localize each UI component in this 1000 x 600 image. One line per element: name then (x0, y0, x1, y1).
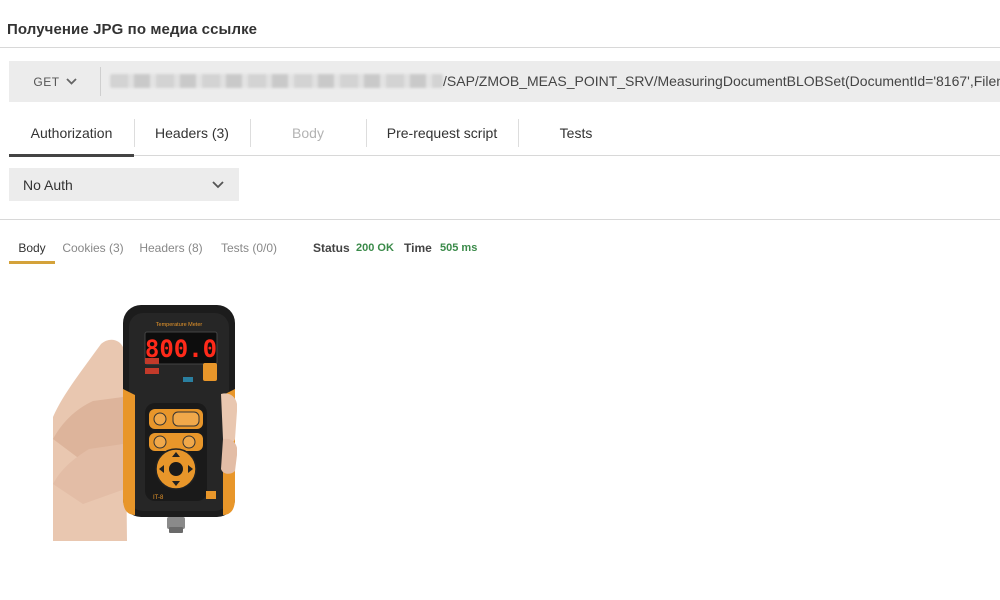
url-input[interactable]: /SAP/ZMOB_MEAS_POINT_SRV/MeasuringDocume… (443, 73, 1000, 89)
url-bar: GET /SAP/ZMOB_MEAS_POINT_SRV/MeasuringDo… (9, 61, 1000, 102)
chevron-down-icon (212, 181, 224, 189)
response-tab-headers[interactable]: Headers (8) (137, 233, 205, 263)
tab-headers[interactable]: Headers (3) (134, 110, 250, 156)
method-dropdown[interactable]: GET (9, 61, 101, 102)
section-divider (0, 219, 1000, 220)
time-value: 505 ms (440, 242, 478, 254)
redacted-host (110, 74, 443, 88)
time-label: Time (404, 241, 432, 255)
response-tab-body[interactable]: Body (9, 233, 55, 264)
response-tab-cookies[interactable]: Cookies (3) (59, 233, 127, 263)
request-title-bar: Получение JPG по медиа ссылке (0, 0, 1000, 48)
tab-body[interactable]: Body (250, 110, 366, 156)
tab-pre-request-script[interactable]: Pre-request script (366, 110, 518, 156)
request-title: Получение JPG по медиа ссылке (7, 21, 258, 38)
tab-authorization[interactable]: Authorization (9, 110, 134, 157)
temperature-meter-photo: Temperature Meter 800.0 IT-8 (53, 305, 237, 541)
request-tabs: Authorization Headers (3) Body Pre-reque… (9, 110, 1000, 157)
response-bar: Body Cookies (3) Headers (8) Tests (0/0)… (9, 233, 1000, 265)
method-label: GET (33, 74, 60, 89)
response-image: Temperature Meter 800.0 IT-8 (53, 299, 237, 541)
url-divider (100, 67, 101, 96)
auth-type-select[interactable]: No Auth (9, 168, 239, 201)
device-model-text: IT-8 (153, 495, 164, 501)
device-brand-text: Temperature Meter (156, 322, 203, 328)
status-label: Status (313, 241, 350, 255)
tab-tests[interactable]: Tests (518, 110, 634, 156)
chevron-down-icon (65, 78, 77, 85)
status-value: 200 OK (356, 242, 394, 254)
response-tab-tests[interactable]: Tests (0/0) (215, 233, 283, 263)
auth-type-value: No Auth (23, 176, 73, 193)
